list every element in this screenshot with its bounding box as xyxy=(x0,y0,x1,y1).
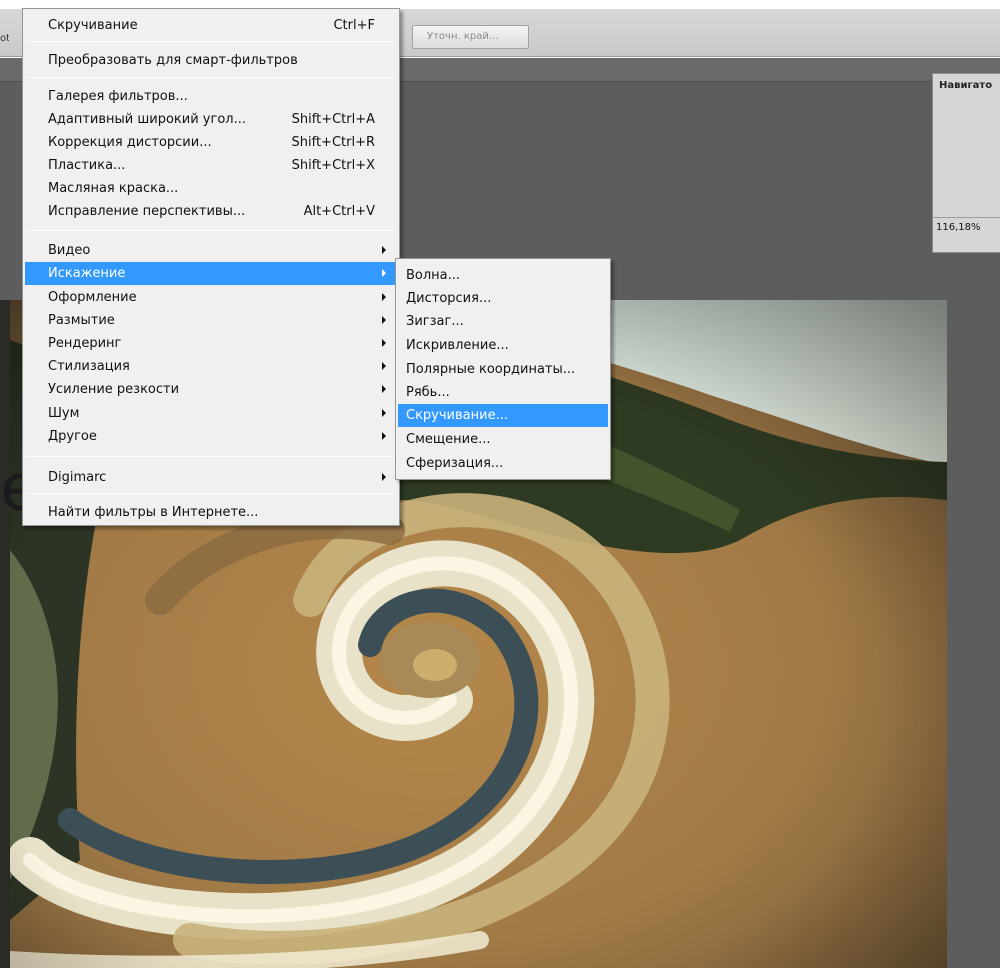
menu-item-convert-smart-filters[interactable]: Преобразовать для смарт-фильтров xyxy=(25,49,397,72)
menu-item-shortcut: Alt+Ctrl+V xyxy=(303,204,375,219)
submenu-arrow-icon xyxy=(382,385,386,393)
menu-item-noise[interactable]: Шум xyxy=(25,402,397,425)
submenu-arrow-icon xyxy=(382,269,386,277)
menu-item-distort[interactable]: Искажение xyxy=(25,262,397,285)
menu-item-filter-gallery[interactable]: Галерея фильтров... xyxy=(25,85,397,108)
menu-item-sharpen[interactable]: Усиление резкости xyxy=(25,378,397,401)
photoshop-window: ot Уточн. край... Навигато 116,18% е Скр… xyxy=(0,0,1000,968)
menu-item-label: Исправление перспективы... xyxy=(48,204,246,219)
menu-item-label: Другое xyxy=(48,429,97,444)
menu-item-adaptive-wide-angle[interactable]: Адаптивный широкий угол... Shift+Ctrl+A xyxy=(25,108,397,131)
menu-item-label: Зигзаг... xyxy=(406,314,464,329)
menu-item-digimarc[interactable]: Digimarc xyxy=(25,466,397,489)
menu-item-pixelate[interactable]: Оформление xyxy=(25,286,397,309)
menu-separator xyxy=(26,77,396,78)
submenu-item-polar-coordinates[interactable]: Полярные координаты... xyxy=(398,358,608,381)
menu-item-label: Digimarc xyxy=(48,470,107,485)
menu-separator xyxy=(26,230,396,231)
submenu-arrow-icon xyxy=(382,409,386,417)
menu-item-label: Усиление резкости xyxy=(48,382,180,397)
menu-item-label: Дисторсия... xyxy=(406,291,492,306)
menu-item-oil-paint[interactable]: Масляная краска... xyxy=(25,177,397,200)
menu-item-label: Искривление... xyxy=(406,338,509,353)
submenu-item-displace[interactable]: Смещение... xyxy=(398,428,608,451)
menu-item-label: Скручивание... xyxy=(406,408,508,423)
menu-item-label: Адаптивный широкий угол... xyxy=(48,112,246,127)
submenu-item-wave[interactable]: Волна... xyxy=(398,264,608,287)
menu-item-label: Полярные координаты... xyxy=(406,362,576,377)
navigator-divider xyxy=(933,217,1000,218)
menu-item-label: Оформление xyxy=(48,290,137,305)
navigator-zoom-value[interactable]: 116,18% xyxy=(936,222,981,233)
submenu-arrow-icon xyxy=(382,473,386,481)
menu-item-label: Видео xyxy=(48,243,91,258)
filter-menu: Скручивание Ctrl+F Преобразовать для сма… xyxy=(22,8,400,526)
menu-item-label: Масляная краска... xyxy=(48,181,179,196)
navigator-title[interactable]: Навигато xyxy=(939,80,992,91)
distort-submenu: Волна... Дисторсия... Зигзаг... Искривле… xyxy=(395,258,611,480)
submenu-item-zigzag[interactable]: Зигзаг... xyxy=(398,310,608,333)
menu-item-label: Волна... xyxy=(406,268,461,283)
menu-item-blur[interactable]: Размытие xyxy=(25,309,397,332)
menu-item-label: Размытие xyxy=(48,313,115,328)
menu-item-label: Пластика... xyxy=(48,158,126,173)
menu-item-label: Найти фильтры в Интернете... xyxy=(48,505,259,520)
options-bar-clipped-text: ot xyxy=(0,33,9,44)
submenu-arrow-icon xyxy=(382,339,386,347)
submenu-item-shear[interactable]: Искривление... xyxy=(398,334,608,357)
menu-item-label: Рябь... xyxy=(406,385,450,400)
submenu-item-spherize[interactable]: Сферизация... xyxy=(398,452,608,475)
menu-separator xyxy=(26,493,396,494)
menu-item-last-filter[interactable]: Скручивание Ctrl+F xyxy=(25,14,397,37)
menu-item-label: Искажение xyxy=(48,266,126,281)
menu-item-label: Рендеринг xyxy=(48,336,122,351)
menu-item-vanishing-point[interactable]: Исправление перспективы... Alt+Ctrl+V xyxy=(25,200,397,223)
submenu-item-twirl[interactable]: Скручивание... xyxy=(398,404,608,427)
menu-item-label: Галерея фильтров... xyxy=(48,89,188,104)
submenu-arrow-icon xyxy=(382,246,386,254)
menu-item-label: Коррекция дисторсии... xyxy=(48,135,212,150)
submenu-arrow-icon xyxy=(382,432,386,440)
menu-item-label: Скручивание xyxy=(48,18,138,33)
menu-separator xyxy=(26,41,396,42)
menu-item-label: Преобразовать для смарт-фильтров xyxy=(48,53,298,68)
canvas-edge-strip xyxy=(0,300,10,968)
menu-item-label: Смещение... xyxy=(406,432,491,447)
menu-item-browse-filters-online[interactable]: Найти фильтры в Интернете... xyxy=(25,501,397,524)
menu-item-liquify[interactable]: Пластика... Shift+Ctrl+X xyxy=(25,154,397,177)
menu-item-shortcut: Shift+Ctrl+X xyxy=(291,158,375,173)
submenu-arrow-icon xyxy=(382,362,386,370)
navigator-panel: Навигато 116,18% xyxy=(932,73,1000,253)
menu-item-shortcut: Shift+Ctrl+A xyxy=(291,112,375,127)
menu-item-shortcut: Shift+Ctrl+R xyxy=(291,135,376,150)
submenu-arrow-icon xyxy=(382,293,386,301)
submenu-item-pinch[interactable]: Дисторсия... xyxy=(398,287,608,310)
refine-edge-button[interactable]: Уточн. край... xyxy=(412,25,529,49)
menu-item-label: Шум xyxy=(48,406,80,421)
menu-item-stylize[interactable]: Стилизация xyxy=(25,355,397,378)
menu-item-label: Сферизация... xyxy=(406,456,504,471)
menu-separator xyxy=(26,456,396,457)
menu-item-label: Стилизация xyxy=(48,359,130,374)
menu-item-lens-correction[interactable]: Коррекция дисторсии... Shift+Ctrl+R xyxy=(25,131,397,154)
menu-item-video[interactable]: Видео xyxy=(25,239,397,262)
menu-item-other[interactable]: Другое xyxy=(25,425,397,448)
menu-item-render[interactable]: Рендеринг xyxy=(25,332,397,355)
submenu-item-ripple[interactable]: Рябь... xyxy=(398,381,608,404)
menu-item-shortcut: Ctrl+F xyxy=(333,18,375,33)
submenu-arrow-icon xyxy=(382,316,386,324)
